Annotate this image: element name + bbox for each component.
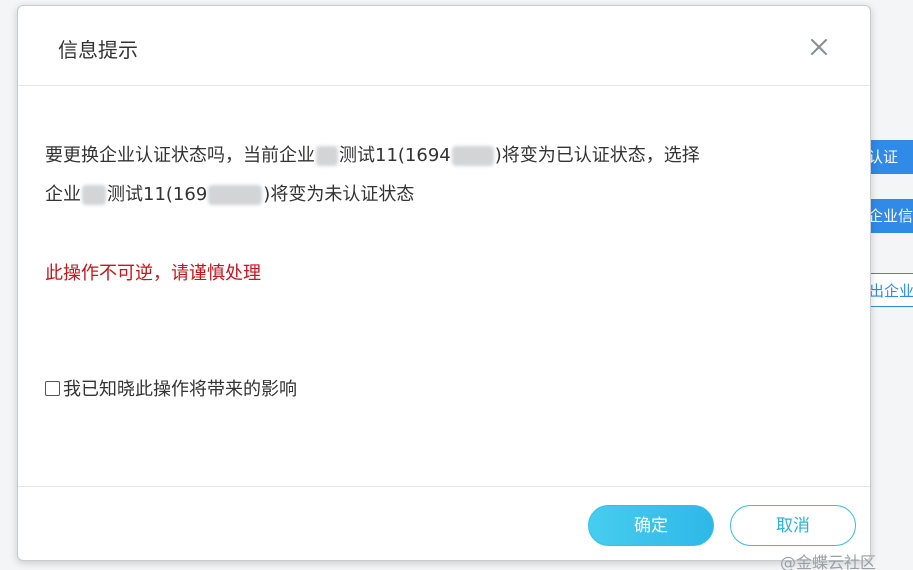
background-button-label: 出企业 — [869, 282, 913, 300]
acknowledge-label: 我已知晓此操作将带来的影响 — [63, 379, 297, 400]
redacted-text — [451, 146, 494, 166]
redacted-text — [208, 185, 263, 205]
redacted-text — [316, 146, 338, 166]
background-button-label: 企业信 — [868, 207, 913, 225]
message-line2-mid: 测试11(169 — [107, 184, 208, 205]
message-line2-prefix: 企业 — [45, 184, 81, 205]
dialog-message: 要更换企业认证状态吗，当前企业 测试11(1694 )将变为已认证状态，选择 企业 测… — [45, 136, 845, 214]
close-button[interactable] — [808, 36, 830, 58]
message-line1-suffix: )将变为已认证状态，选择 — [494, 145, 700, 166]
message-line2-suffix: )将变为未认证状态 — [263, 184, 415, 205]
watermark: @金蝶云社区 — [780, 553, 877, 570]
dialog-title: 信息提示 — [58, 38, 138, 62]
dialog-footer: 确定 取消 — [18, 486, 870, 562]
message-line1-prefix: 要更换企业认证状态吗，当前企业 — [45, 145, 315, 166]
confirm-button[interactable]: 确定 — [588, 505, 714, 546]
acknowledge-checkbox[interactable] — [45, 380, 60, 396]
background-button-label: 认证 — [868, 148, 899, 166]
info-dialog: 信息提示 要更换企业认证状态吗，当前企业 测试11(1694 )将变为已认证状态，选… — [17, 5, 871, 561]
message-line1-mid: 测试11(1694 — [339, 145, 451, 166]
redacted-text — [82, 185, 106, 205]
cancel-button[interactable]: 取消 — [730, 505, 856, 546]
close-icon — [811, 39, 827, 55]
acknowledge-checkbox-row[interactable]: 我已知晓此操作将带来的影响 — [45, 375, 297, 401]
warning-text: 此操作不可逆，请谨慎处理 — [45, 263, 261, 284]
screen: 认证 企业信 出企业 信息提示 要更换企业认证状态吗，当前企业 测试11(1694… — [0, 0, 913, 570]
dialog-header: 信息提示 — [18, 6, 870, 86]
